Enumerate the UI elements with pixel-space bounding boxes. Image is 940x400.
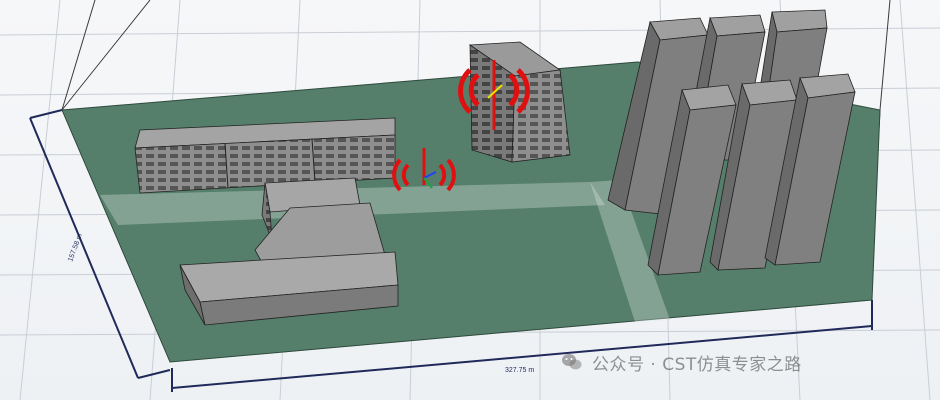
- watermark: 公众号 · CST仿真专家之路: [560, 348, 802, 376]
- watermark-text: 公众号 · CST仿真专家之路: [592, 354, 802, 375]
- width-dimension-label: 157.58 m: [67, 233, 84, 263]
- 3d-viewport[interactable]: 327.75 m 157.58 m 公众号 · CST仿真专家之路: [0, 0, 940, 400]
- building-tower-center[interactable]: [468, 41, 571, 163]
- length-dimension-label: 327.75 m: [505, 367, 534, 374]
- wechat-icon: [560, 350, 584, 374]
- scene-canvas[interactable]: 327.75 m 157.58 m: [0, 0, 940, 400]
